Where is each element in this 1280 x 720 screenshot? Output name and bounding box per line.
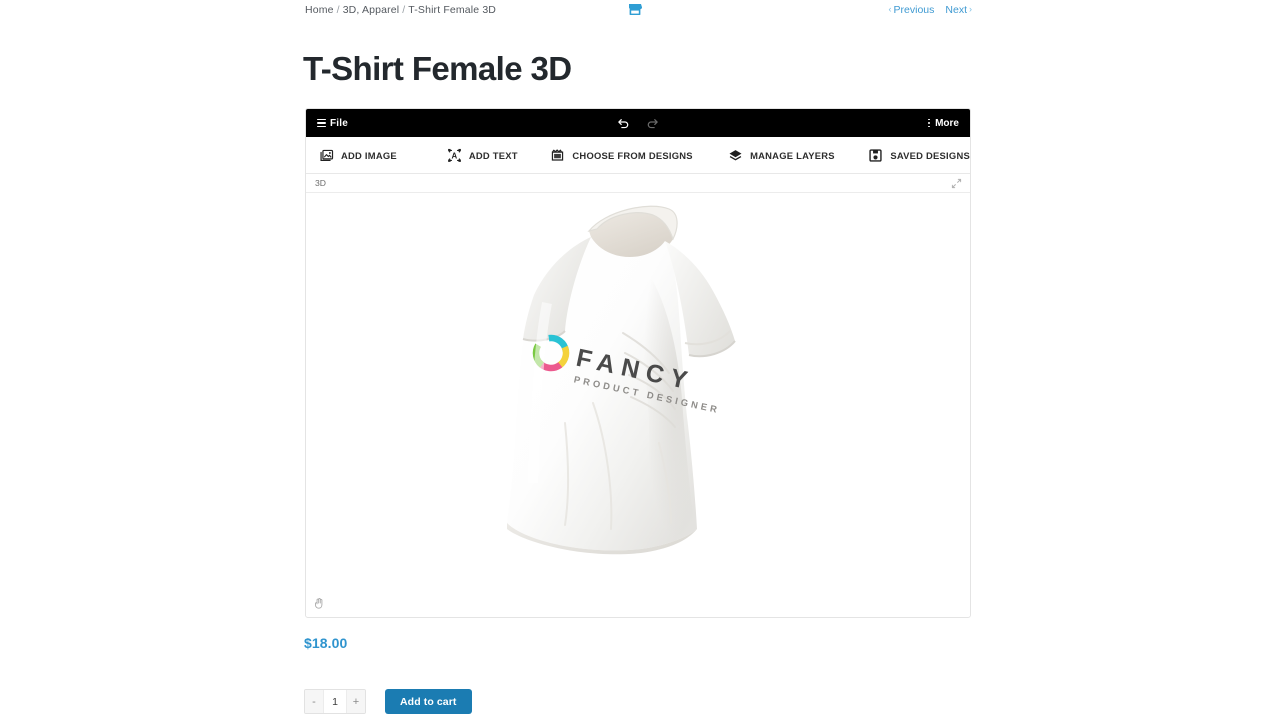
view-tab-3d[interactable]: 3D <box>315 178 326 188</box>
breadcrumb-item-category[interactable]: 3D, Apparel <box>343 4 400 16</box>
previous-product-link[interactable]: Previous <box>894 4 935 16</box>
tool-add-image-label: ADD IMAGE <box>341 149 397 161</box>
vertical-dots-icon <box>928 118 931 128</box>
designer-header: File More <box>306 109 970 137</box>
product-price: $18.00 <box>304 635 348 651</box>
breadcrumb: Home/3D, Apparel / T-Shirt Female 3D <box>305 4 496 16</box>
floppy-disk-icon <box>869 148 882 162</box>
next-chevron-icon: › <box>969 4 972 14</box>
breadcrumb-item-home[interactable]: Home <box>305 4 334 16</box>
purchase-controls: - 1 + Add to cart <box>304 689 472 714</box>
quantity-increase-button[interactable]: + <box>347 690 365 713</box>
breadcrumb-separator: / <box>402 4 406 16</box>
quantity-input[interactable]: 1 <box>323 690 347 713</box>
page-title: T-Shirt Female 3D <box>303 50 572 87</box>
quantity-stepper: - 1 + <box>304 689 366 714</box>
svg-text:A: A <box>451 151 457 160</box>
product-page: Home/3D, Apparel / T-Shirt Female 3D ‹ Prev… <box>0 0 1280 720</box>
previous-chevron-icon: ‹ <box>888 4 892 14</box>
next-product-link[interactable]: Next <box>945 4 967 16</box>
tool-saved-designs-label: SAVED DESIGNS <box>890 149 970 161</box>
text-box-icon: A <box>447 148 461 162</box>
tool-add-image[interactable]: ADD IMAGE <box>319 148 397 163</box>
tool-add-text-label: ADD TEXT <box>468 149 518 161</box>
expand-arrows-icon[interactable] <box>951 178 962 189</box>
more-menu-label: More <box>935 117 959 129</box>
breadcrumb-item-current: T-Shirt Female 3D <box>408 4 497 16</box>
top-bar: Home/3D, Apparel / T-Shirt Female 3D ‹ Prev… <box>0 0 1280 22</box>
designer-stage[interactable]: FANCY PRODUCT DESIGNER <box>306 193 970 616</box>
tool-add-text[interactable]: A ADD TEXT <box>447 148 518 163</box>
product-designer: File More ADD IMAGE A ADD TEXT CHOOSE FR… <box>305 108 971 618</box>
file-menu-button[interactable]: File <box>317 118 348 129</box>
undo-icon[interactable] <box>617 117 630 130</box>
product-pagination: ‹ Previous Next › <box>889 4 972 16</box>
hamburger-icon <box>317 119 326 127</box>
redo-icon[interactable] <box>647 117 660 130</box>
designer-view-bar: 3D <box>306 174 970 193</box>
breadcrumb-separator: / <box>336 4 340 16</box>
history-controls <box>617 109 660 137</box>
tool-choose-from-designs[interactable]: CHOOSE FROM DESIGNS <box>550 148 693 163</box>
hand-cursor-icon[interactable] <box>312 596 325 610</box>
tool-manage-layers-label: MANAGE LAYERS <box>750 149 835 161</box>
file-menu-label: File <box>330 117 349 129</box>
layers-icon <box>729 149 742 160</box>
designs-icon <box>552 148 564 161</box>
tool-saved-designs[interactable]: SAVED DESIGNS <box>868 148 970 163</box>
tool-choose-from-designs-label: CHOOSE FROM DESIGNS <box>572 149 693 161</box>
designer-toolbar: ADD IMAGE A ADD TEXT CHOOSE FROM DESIGNS… <box>306 137 970 174</box>
quantity-decrease-button[interactable]: - <box>305 690 323 713</box>
more-menu-button[interactable]: More <box>928 109 959 137</box>
add-to-cart-button[interactable]: Add to cart <box>385 689 472 714</box>
tool-manage-layers[interactable]: MANAGE LAYERS <box>728 148 835 163</box>
tshirt-3d-model[interactable]: FANCY PRODUCT DESIGNER <box>473 193 803 593</box>
store-icon[interactable] <box>628 3 642 16</box>
image-icon <box>320 149 334 161</box>
